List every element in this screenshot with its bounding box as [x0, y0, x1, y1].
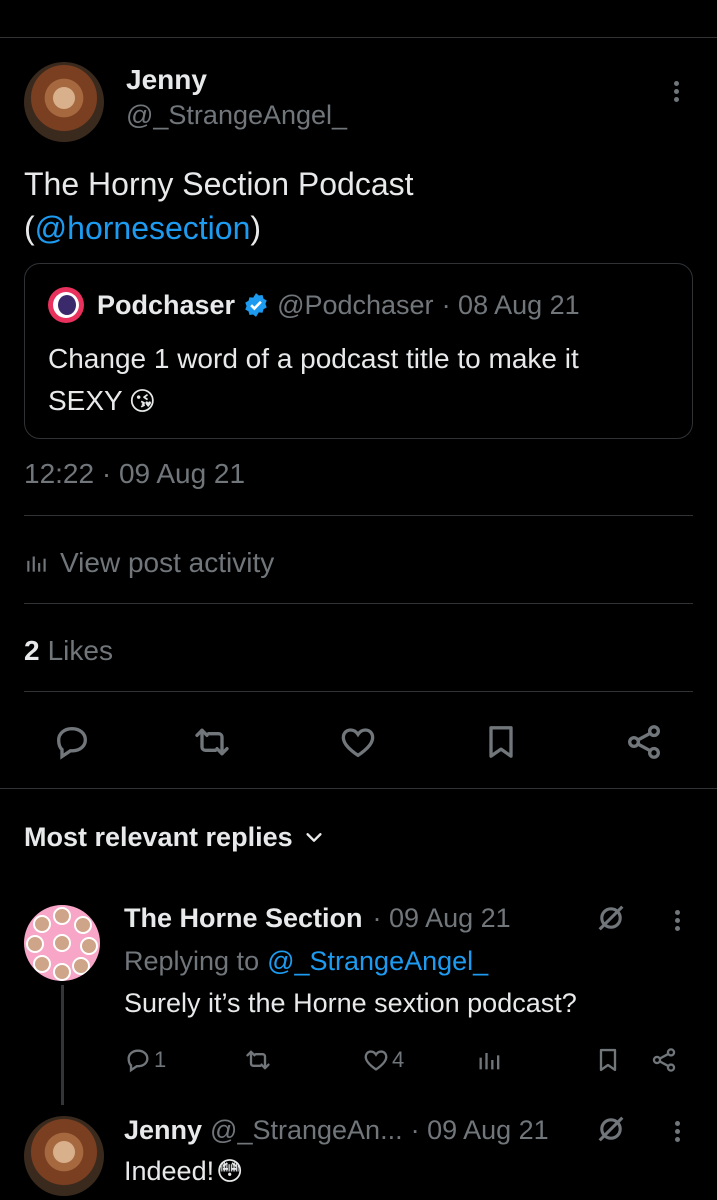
horne-section-avatar[interactable] [24, 905, 100, 981]
reply-2-handle[interactable]: @_StrangeAn... [210, 1115, 403, 1146]
quote-text-line1: Change 1 word of a podcast title to make… [48, 343, 579, 374]
bookmark-icon[interactable] [594, 1046, 622, 1074]
divider-1 [24, 515, 693, 516]
likes-summary[interactable]: 2 Likes [24, 632, 113, 670]
quote-text-line2-row: SEXY 😘 [48, 380, 579, 422]
post-text-open: ( [24, 210, 35, 246]
divider-4 [0, 788, 717, 789]
top-divider [0, 37, 717, 38]
share-icon[interactable] [624, 722, 664, 762]
bookmark-icon[interactable] [481, 722, 521, 762]
reply-1-text: Surely it’s the Horne sextion podcast? [124, 988, 577, 1018]
post-text-close: ) [250, 210, 262, 246]
share-icon[interactable] [650, 1046, 678, 1074]
reply-2-text-row: Indeed! 😳 [124, 1152, 243, 1190]
analytics-icon[interactable] [476, 1046, 504, 1074]
repost-icon[interactable] [244, 1046, 272, 1074]
mention-link[interactable]: @hornesection [35, 206, 251, 250]
post-timestamp[interactable]: 12:22 · 09 Aug 21 [24, 458, 245, 490]
quote-name[interactable]: Podchaser [97, 290, 235, 321]
reply-2-more-icon[interactable] [675, 1118, 680, 1145]
likes-label: Likes [47, 635, 113, 666]
avatar[interactable] [24, 62, 104, 142]
author-name[interactable]: Jenny [126, 64, 207, 96]
reply-icon [124, 1046, 152, 1074]
grok-icon[interactable] [594, 1112, 628, 1146]
reply-1-more-icon[interactable] [675, 907, 680, 934]
reply-1-reply-action[interactable]: 1 [124, 1044, 166, 1076]
reply-1-name[interactable]: The Horne Section [124, 903, 363, 934]
reply-2-text: Indeed! [124, 1155, 215, 1186]
flushed-emoji: 😳 [216, 1155, 244, 1186]
reply-1-header: The Horne Section · 09 Aug 21 [124, 898, 511, 938]
analytics-icon [24, 550, 50, 576]
quote-text-line2: SEXY [48, 385, 123, 416]
quote-text: Change 1 word of a podcast title to make… [48, 338, 579, 422]
reply-1-like-action[interactable]: 4 [362, 1044, 404, 1076]
podchaser-avatar [48, 287, 84, 323]
kiss-emoji: 😘 [128, 386, 156, 416]
post-text-line2: (@hornesection) [24, 206, 414, 250]
jenny-reply-avatar[interactable] [24, 1116, 104, 1196]
post-text: The Horny Section Podcast (@hornesection… [24, 162, 414, 250]
repost-icon[interactable] [192, 722, 232, 762]
thread-line [61, 985, 64, 1105]
replies-header-label: Most relevant replies [24, 821, 293, 852]
view-post-activity[interactable]: View post activity [24, 543, 274, 583]
like-icon[interactable] [338, 722, 378, 762]
quote-date: · 08 Aug 21 [441, 289, 580, 320]
reply-2-header: Jenny @_StrangeAn... · 09 Aug 21 [124, 1110, 549, 1150]
likes-count: 2 [24, 635, 40, 666]
reply-2-name[interactable]: Jenny [124, 1115, 202, 1146]
reply-icon[interactable] [52, 722, 92, 762]
chevron-down-icon [303, 826, 325, 848]
more-options-icon[interactable] [674, 78, 679, 105]
view-post-activity-label: View post activity [60, 547, 275, 578]
quote-header: Podchaser @Podchaser · 08 Aug 21 [97, 287, 580, 323]
divider-2 [24, 603, 693, 604]
post-text-line1: The Horny Section Podcast [24, 166, 414, 202]
grok-icon[interactable] [594, 901, 628, 935]
reply-1-replying-handle[interactable]: @_StrangeAngel_ [267, 946, 488, 977]
verified-badge-icon [243, 292, 269, 318]
divider-3 [24, 691, 693, 692]
reply-1-reply-count: 1 [154, 1047, 167, 1072]
author-handle[interactable]: @_StrangeAngel_ [126, 100, 347, 131]
reply-2-date: · 09 Aug 21 [410, 1114, 549, 1145]
replies-sort-selector[interactable]: Most relevant replies [24, 818, 325, 856]
like-icon [362, 1046, 390, 1074]
reply-1-replying-to: Replying to @_StrangeAngel_ [124, 942, 488, 980]
reply-1-like-count: 4 [392, 1047, 405, 1072]
quote-handle[interactable]: @Podchaser [277, 290, 434, 321]
reply-1-date: · 09 Aug 21 [372, 902, 511, 933]
reply-1-replying-prefix: Replying to [124, 945, 260, 976]
